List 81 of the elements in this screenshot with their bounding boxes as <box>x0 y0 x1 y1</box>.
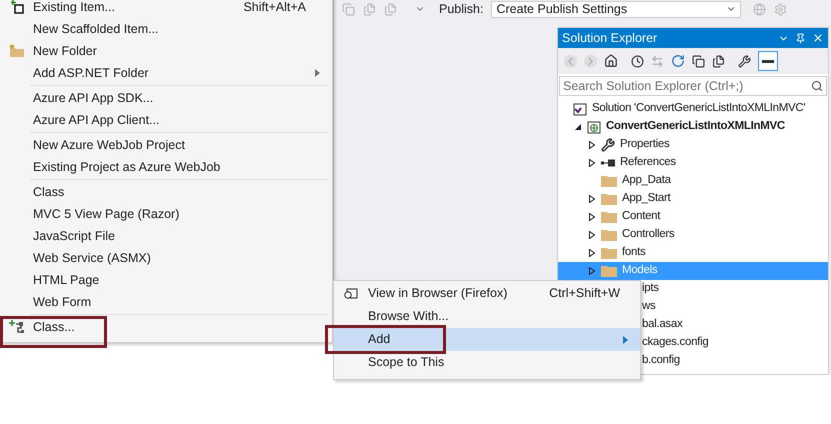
tree-item-label: ConvertGenericListIntoXMLInMVC <box>606 119 785 134</box>
tree-item[interactable]: fonts <box>558 244 828 262</box>
tree-item[interactable]: Properties <box>558 136 828 154</box>
menu-item[interactable]: Class... <box>0 316 332 338</box>
tree-item-label: App_Start <box>622 191 670 206</box>
preview-toggle[interactable] <box>758 51 778 71</box>
shortcut-label: Shift+Alt+A <box>243 0 306 16</box>
collapsed-arrow-icon[interactable] <box>588 159 596 167</box>
browser-icon <box>344 288 358 300</box>
publish-dropdown[interactable]: Create Publish Settings <box>491 0 742 18</box>
menu-item[interactable]: Existing Item... Shift+Alt+A <box>0 0 332 18</box>
tree-item-label: fonts <box>622 245 646 260</box>
menu-item[interactable]: New Scaffolded Item... <box>0 18 332 40</box>
menu-item[interactable]: Azure API App SDK... <box>0 87 332 109</box>
tree-item-label: App_Data <box>622 173 671 188</box>
menu-item[interactable]: Add <box>334 328 640 351</box>
collapsed-arrow-icon[interactable] <box>588 249 596 257</box>
collapsed-arrow-icon[interactable] <box>588 267 596 275</box>
collapsed-arrow-icon[interactable] <box>588 195 596 203</box>
tree-item[interactable]: App_Data <box>558 172 828 190</box>
tree-item-label[interactable]: ws <box>642 298 656 316</box>
panel-title: Solution Explorer <box>562 30 658 47</box>
wrench-icon <box>601 138 615 152</box>
references-icon <box>601 159 615 167</box>
show-files-icon[interactable] <box>712 54 725 68</box>
tree-item-label: References <box>620 155 676 170</box>
tree-item-label: Models <box>622 263 658 278</box>
add-item-icon <box>10 0 24 14</box>
shortcut-label: Ctrl+Shift+W <box>549 285 620 302</box>
menu-item[interactable]: Existing Project as Azure WebJob <box>0 156 332 178</box>
clock-icon[interactable] <box>631 54 644 68</box>
folder-icon <box>601 211 617 223</box>
menu-item[interactable]: JavaScript File <box>0 225 332 247</box>
tree-item-label: Solution 'ConvertGenericListIntoXMLInMVC' <box>592 101 806 116</box>
folder-icon <box>601 175 617 187</box>
tree-item[interactable]: Controllers <box>558 226 828 244</box>
tree-item-label[interactable]: ipts <box>642 280 659 298</box>
menu-item[interactable]: Class <box>0 181 332 203</box>
menu-item[interactable]: Scope to This <box>334 351 640 374</box>
menu-item[interactable]: HTML Page <box>0 269 332 291</box>
publish-label: Publish: <box>439 0 484 18</box>
solution-icon <box>573 102 587 116</box>
close-icon[interactable] <box>812 32 824 44</box>
collapsed-arrow-icon[interactable] <box>588 213 596 221</box>
wrench-icon[interactable] <box>738 54 751 68</box>
folder-icon <box>601 247 617 259</box>
menu-item[interactable]: View in Browser (Firefox) Ctrl+Shift+W <box>334 282 640 305</box>
menu-item[interactable]: Add ASP.NET Folder <box>0 62 332 84</box>
refresh-icon[interactable] <box>671 54 685 68</box>
collapsed-arrow-icon[interactable] <box>588 141 596 149</box>
search-field[interactable]: Search Solution Explorer (Ctrl+;) <box>559 76 827 96</box>
menu-item[interactable]: Azure API App Client... <box>0 109 332 131</box>
menu-item[interactable]: Browse With... <box>334 305 640 328</box>
tree-item-label[interactable]: ckages.config <box>642 334 708 352</box>
tree-item[interactable]: References <box>558 154 828 172</box>
web-project-icon <box>587 120 601 134</box>
tree-item[interactable]: Solution 'ConvertGenericListIntoXMLInMVC' <box>558 100 828 118</box>
tree-item[interactable]: App_Start <box>558 190 828 208</box>
tree-item-label: Controllers <box>622 227 674 242</box>
home-icon[interactable] <box>604 54 618 68</box>
menu-item[interactable]: MVC 5 View Page (Razor) <box>0 203 332 225</box>
menu-item[interactable]: Web Form <box>0 291 332 313</box>
menu-item[interactable]: New Azure WebJob Project <box>0 134 332 156</box>
expanded-arrow-icon[interactable] <box>574 123 582 131</box>
folder-icon <box>601 193 617 205</box>
collapsed-arrow-icon[interactable] <box>588 231 596 239</box>
new-folder-icon <box>8 44 24 58</box>
tree-item[interactable]: Content <box>558 208 828 226</box>
menu-item[interactable]: Web Service (ASMX) <box>0 247 332 269</box>
menu-item[interactable]: New Folder <box>0 40 332 62</box>
folder-icon <box>601 265 617 277</box>
tree-item-label: Properties <box>620 137 670 152</box>
folder-icon <box>601 229 617 241</box>
tree-item-label[interactable]: b.config <box>642 352 680 370</box>
search-icon[interactable] <box>811 80 823 92</box>
add-class-icon <box>8 320 24 334</box>
tree-item[interactable]: ConvertGenericListIntoXMLInMVC <box>558 118 828 136</box>
tree-item-label[interactable]: bal.asax <box>642 316 682 334</box>
tree-item-label: Content <box>622 209 660 224</box>
pin-icon[interactable] <box>795 32 806 44</box>
collapse-icon[interactable] <box>692 54 705 68</box>
